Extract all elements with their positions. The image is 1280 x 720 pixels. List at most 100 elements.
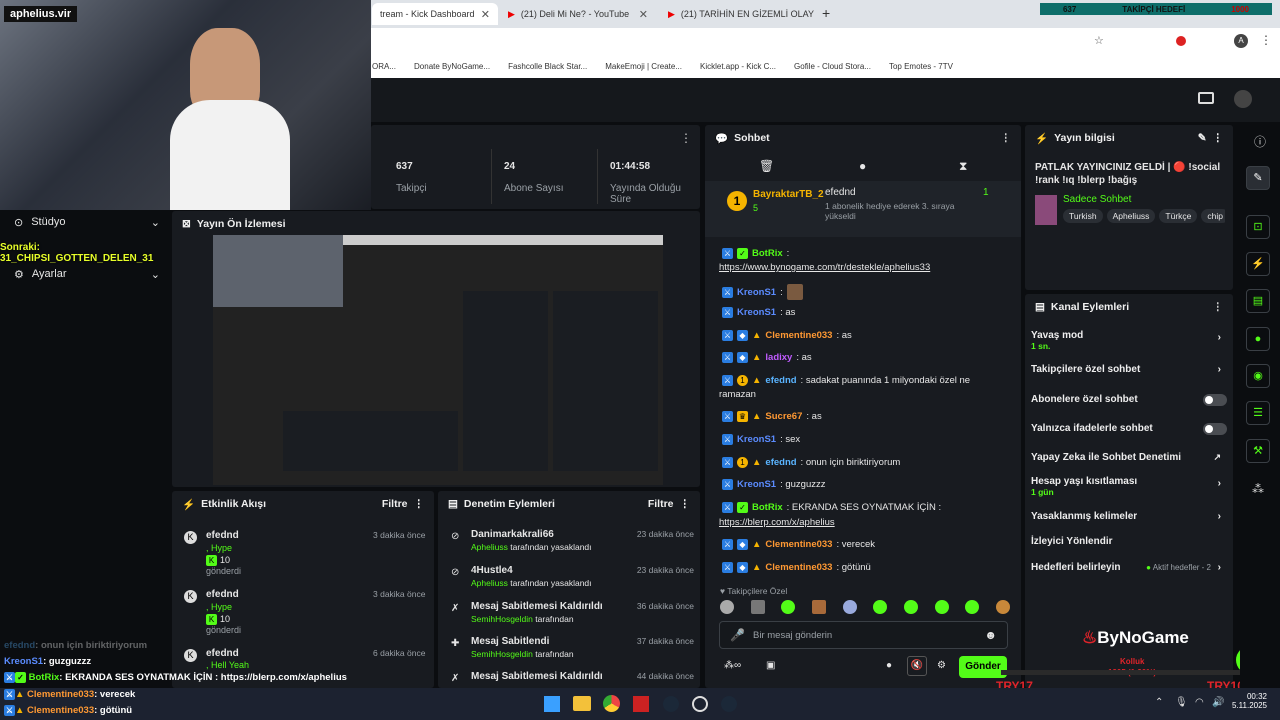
microphone-icon[interactable]: 🎙 (1175, 697, 1188, 708)
tag[interactable]: chip (1201, 209, 1225, 223)
more-icon[interactable]: ⋮ (1213, 132, 1224, 144)
bookmark[interactable]: Fashcolle Black Star... (508, 62, 587, 71)
close-tab-icon[interactable]: ✕ (639, 8, 648, 21)
action-subscribers-only[interactable]: Abonelere özel sohbet (1031, 394, 1227, 406)
category-thumbnail[interactable] (1035, 195, 1057, 225)
emoji-icon[interactable]: ☻ (984, 628, 997, 642)
bookmark[interactable]: MakeEmoji | Create... (605, 62, 682, 71)
action-followers-only[interactable]: Takipçilere özel sohbet › (1031, 364, 1227, 375)
emote-icon[interactable] (750, 600, 765, 614)
toggle-switch[interactable] (1203, 423, 1227, 435)
more-icon[interactable]: ⋮ (1213, 301, 1224, 313)
action-account-age[interactable]: Hesap yaşı kısıtlaması 1 gün › (1031, 476, 1227, 497)
activity-filter-button[interactable]: Filtre (382, 498, 408, 510)
volume-icon[interactable]: 🔊 (1212, 697, 1224, 708)
emote-icon[interactable] (995, 600, 1010, 614)
chat-link[interactable]: https://blerp.com/x/aphelius (719, 517, 835, 528)
taskbar: 00:32 5.11.2025 ⌃ 🎙 ◠ 🔊 (0, 688, 1280, 720)
avatar[interactable] (1234, 90, 1252, 108)
action-goals[interactable]: Hedefleri belirleyin ● Aktif hedefler - 2… (1031, 562, 1227, 573)
tab-kick-dashboard[interactable]: tream - Kick Dashboard ✕ (372, 3, 498, 25)
more-icon[interactable]: ⋮ (680, 498, 691, 510)
windows-start-icon[interactable] (544, 696, 560, 712)
bookmark[interactable]: ORA... (372, 62, 396, 71)
moderator-icon: ⚔ (722, 457, 733, 468)
more-icon[interactable]: ⋮ (1001, 132, 1012, 144)
tag[interactable]: Turkish (1063, 209, 1103, 223)
mute-icon[interactable]: 🔇 (907, 656, 927, 676)
info-icon[interactable]: ⓘ (1254, 133, 1266, 150)
chat-bubble-icon[interactable]: ● (886, 660, 892, 671)
chat-icon[interactable]: ● (1246, 327, 1270, 351)
pin-icon: ✚ (451, 638, 460, 649)
moderation-filter-button[interactable]: Filtre (648, 498, 674, 510)
document-icon[interactable]: ▤ (1246, 289, 1270, 313)
points-icon[interactable]: ⁂ (1252, 482, 1264, 496)
nav-studio[interactable]: ⊙ Stüdyo ⌄ (14, 216, 160, 229)
broadcast-icon[interactable]: ◉ (1246, 364, 1270, 388)
server-icon[interactable]: ☰ (1246, 401, 1270, 425)
tag-list: Turkish Apheliuss Türkçe chip (1063, 209, 1225, 223)
profile-avatar[interactable]: A (1234, 34, 1248, 48)
action-raid[interactable]: İzleyici Yönlendir (1031, 536, 1227, 547)
emote-icon[interactable] (965, 600, 980, 614)
wifi-icon[interactable]: ◠ (1195, 697, 1204, 708)
microphone-icon[interactable]: 🎤 (730, 628, 745, 642)
edit-icon[interactable]: ✎ (1198, 132, 1207, 144)
moderator-icon: ⚔ (722, 330, 733, 341)
steam-icon[interactable] (663, 696, 679, 712)
emote-icon[interactable] (720, 600, 734, 614)
points-icon[interactable]: ⁂∞ (724, 660, 741, 671)
stream-preview[interactable] (213, 235, 663, 485)
edit-icon[interactable]: ✎ (1246, 166, 1270, 190)
bookmark[interactable]: Top Emotes - 7TV (889, 62, 953, 71)
trash-icon[interactable]: 🗑 (759, 159, 774, 173)
tab-youtube-2[interactable]: ▶(21) TARİHİN EN GİZEMLİ OLAY✕ (660, 3, 816, 25)
stream-view-icon[interactable] (1198, 92, 1214, 104)
emote-icon[interactable] (903, 600, 918, 614)
wrench-icon[interactable]: ⚒ (1246, 439, 1270, 463)
action-emotes-only[interactable]: Yalnızca ifadelerle sohbet (1031, 423, 1227, 435)
hourglass-icon[interactable]: ⧗ (959, 159, 967, 174)
chevron-up-icon[interactable]: ⌃ (1155, 697, 1163, 708)
bookmark[interactable]: Gofile - Cloud Stora... (794, 62, 871, 71)
menu-icon[interactable]: ⋮ (1260, 33, 1272, 47)
tag[interactable]: Apheliuss (1106, 209, 1156, 223)
chat-message: ⚔ ◆ ▲ ladixy: as (722, 352, 812, 363)
category-name[interactable]: Sadece Sohbet (1063, 194, 1131, 205)
chat-link[interactable]: https://www.bynogame.com/tr/destekle/aph… (719, 262, 930, 273)
star-icon[interactable]: ☆ (1094, 34, 1104, 47)
bookmark[interactable]: Kicklet.app - Kick C... (700, 62, 776, 71)
steam-icon[interactable] (721, 696, 737, 712)
emote-icon[interactable] (873, 600, 888, 614)
emote-icon[interactable] (934, 600, 949, 614)
chevron-down-icon: ⌄ (150, 217, 160, 229)
emote-icon[interactable] (811, 600, 826, 614)
close-tab-icon[interactable]: ✕ (481, 8, 490, 21)
chrome-icon[interactable] (603, 695, 620, 712)
action-banned-words[interactable]: Yasaklanmış kelimeler › (1031, 511, 1227, 522)
chat-input[interactable]: 🎤 Bir mesaj gönderin ☻ (719, 621, 1008, 649)
tag[interactable]: Türkçe (1159, 209, 1198, 223)
store-icon[interactable]: ▣ (766, 660, 775, 671)
camera-icon[interactable]: ⊡ (1246, 215, 1270, 239)
chat-bubble-icon[interactable]: ● (859, 159, 866, 173)
obs-icon[interactable] (692, 696, 708, 712)
extension-icon[interactable] (1176, 36, 1186, 46)
file-explorer-icon[interactable] (573, 696, 591, 711)
action-slow-mode[interactable]: Yavaş mod 1 sn. › (1031, 330, 1227, 351)
action-ai-moderation[interactable]: Yapay Zeka ile Sohbet Denetimi ↗ (1031, 452, 1227, 463)
gear-icon[interactable]: ⚙ (937, 660, 946, 671)
nav-settings[interactable]: ⚙ Ayarlar ⌄ (14, 268, 160, 281)
lightning-icon[interactable]: ⚡ (1246, 252, 1270, 276)
new-tab-button[interactable]: + (822, 5, 830, 21)
more-icon[interactable]: ⋮ (680, 131, 692, 145)
tab-youtube-1[interactable]: ▶ (21) Deli Mi Ne? - YouTube ✕ (500, 3, 656, 25)
bookmark[interactable]: Donate ByNoGame... (414, 62, 490, 71)
app-icon[interactable] (633, 696, 649, 712)
more-icon[interactable]: ⋮ (414, 498, 425, 510)
emote-icon[interactable] (781, 600, 796, 614)
chevron-right-icon: › (1217, 364, 1221, 375)
emote-icon[interactable] (842, 600, 857, 614)
toggle-switch[interactable] (1203, 394, 1227, 406)
